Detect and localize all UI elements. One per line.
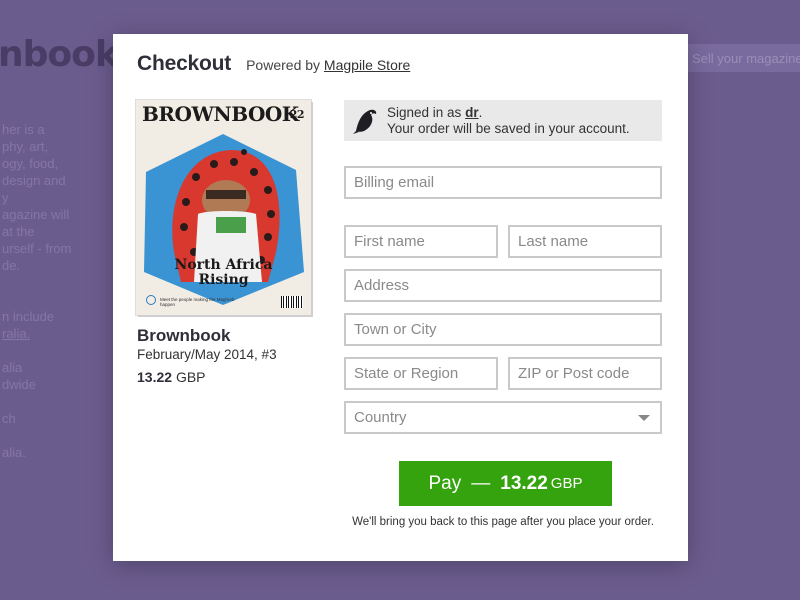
barcode-icon — [281, 296, 303, 308]
signed-in-username[interactable]: dr — [465, 105, 479, 120]
powered-by: Powered by Magpile Store — [246, 57, 410, 73]
cover-masthead: BROWNBOOK 22 — [142, 102, 305, 126]
checkout-title: Checkout — [137, 52, 232, 75]
product-issue: February/May 2014, #3 — [137, 347, 277, 362]
cover-globe-icon — [146, 295, 156, 305]
cover-footnote: Meet the people making the Maghreb happe… — [160, 297, 235, 307]
magpie-avatar-icon — [353, 109, 377, 134]
pay-button-label: Pay — [428, 472, 462, 494]
billing-email-field[interactable] — [344, 166, 662, 199]
product-name: Brownbook — [137, 326, 231, 345]
zip-field[interactable] — [508, 357, 662, 390]
town-field[interactable] — [344, 313, 662, 346]
signed-in-message: Your order will be saved in your account… — [387, 121, 630, 136]
pay-button-amount: 13.22 — [500, 472, 548, 494]
magazine-cover: BROWNBOOK 22 North Africa Rising Meet th… — [136, 100, 311, 315]
modal-header: Checkout Powered by Magpile Store — [137, 52, 410, 76]
country-select[interactable]: Country — [344, 401, 662, 434]
cover-issue-number: 22 — [289, 108, 305, 121]
chevron-down-icon — [638, 415, 650, 421]
last-name-field[interactable] — [508, 225, 662, 258]
redirect-note: We'll bring you back to this page after … — [352, 516, 654, 528]
signed-in-notice: Signed in as dr. Your order will be save… — [344, 100, 662, 141]
checkout-modal: Checkout Powered by Magpile Store BROWNB… — [113, 34, 688, 561]
store-link[interactable]: Magpile Store — [324, 57, 410, 73]
pay-button[interactable]: Pay — 13.22 GBP — [399, 461, 612, 506]
pay-button-currency: GBP — [550, 475, 583, 492]
address-field[interactable] — [344, 269, 662, 302]
pay-button-dash: — — [471, 472, 491, 494]
state-field[interactable] — [344, 357, 498, 390]
product-price-amount: 13.22 — [137, 369, 173, 385]
product-price-currency: GBP — [175, 369, 206, 385]
product-price: 13.22 GBP — [137, 369, 206, 385]
country-select-label: Country — [354, 409, 407, 426]
first-name-field[interactable] — [344, 225, 498, 258]
signed-in-line: Signed in as dr. — [387, 105, 483, 120]
powered-by-label: Powered by — [246, 57, 321, 73]
cover-headline: North Africa Rising — [174, 257, 273, 288]
